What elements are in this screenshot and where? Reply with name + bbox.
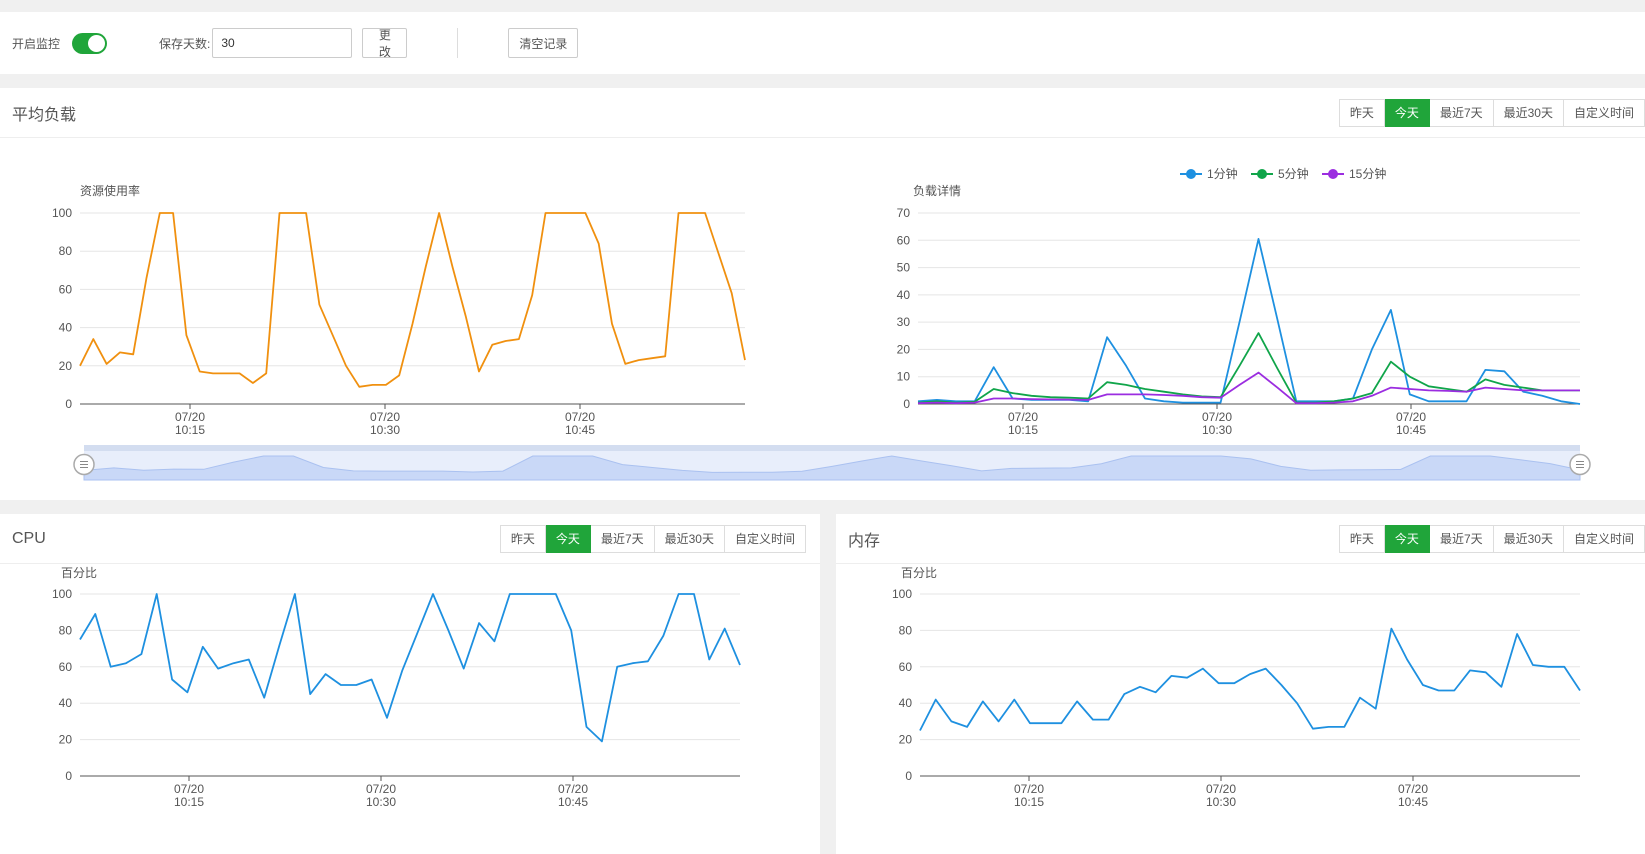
load-charts-canvas: 资源使用率02040608010007/2010:1507/2010:3007/… [52,166,1591,481]
y-tick-label: 0 [905,769,912,783]
x-tick-time: 10:45 [565,423,595,437]
y-tick-label: 60 [59,660,73,674]
load-panel: 平均负载 昨天 今天 最近7天 最近30天 自定义时间 资源使用率 0 20 40 60… [0,88,1645,500]
y-tick-label: 20 [59,733,73,747]
y-tick-label: 80 [59,244,73,258]
series-line-series-0 [919,627,1581,731]
edit-days-button[interactable]: 更改 [362,28,408,59]
y-tick-label: 20 [897,342,911,356]
x-tick-date: 07/20 [565,410,595,424]
monitor-toggle[interactable] [72,32,108,54]
load-usage-chart: 资源使用率02040608010007/2010:1507/2010:3007/… [52,183,746,437]
y-tick-label: 0 [903,397,910,411]
y-tick-label: 30 [897,315,911,329]
legend-marker [1257,169,1267,179]
y-tick-label: 100 [52,587,72,601]
y-tick-label: 40 [899,696,913,710]
cpu-panel: CPU 昨天 今天 最近7天 最近30天 自定义时间 百分比 0 20 40 60 80 1… [0,514,820,854]
x-tick-time: 10:15 [175,423,205,437]
y-tick-label: 40 [59,696,73,710]
x-tick-date: 07/20 [175,410,205,424]
x-tick-time: 10:30 [1206,795,1236,809]
x-tick-time: 10:15 [1008,423,1038,437]
legend-label: 1分钟 [1207,166,1238,181]
memory-panel: 内存 昨天 今天 最近7天 最近30天 自定义时间 百分比 0 20 40 60 80 10… [836,514,1645,854]
toggle-knob [88,34,106,52]
x-tick-date: 07/20 [1014,782,1044,796]
y-axis-label: 负载详情 [913,183,961,198]
y-tick-label: 70 [897,206,911,220]
x-tick-date: 07/20 [1008,410,1038,424]
y-tick-label: 100 [52,206,72,220]
y-tick-label: 80 [59,623,73,637]
monitor-toolbar: 开启监控 保存天数: 更改 清空记录 [0,12,1645,74]
legend-label: 5分钟 [1278,166,1309,181]
retention-days-input[interactable] [212,28,353,58]
retention-days-label: 保存天数: [159,36,211,51]
monitor-toggle-label: 开启监控 [12,36,61,51]
x-tick-time: 10:30 [1202,423,1232,437]
y-tick-label: 0 [65,769,72,783]
cpu-chart: 百分比02040608010007/2010:1507/2010:3007/20… [52,566,741,809]
y-tick-label: 20 [59,359,73,373]
y-tick-label: 10 [897,370,911,384]
memory-chart: 百分比02040608010007/2010:1507/2010:3007/20… [892,566,1581,809]
slider-bar [84,445,1580,451]
x-tick-date: 07/20 [174,782,204,796]
y-tick-label: 60 [59,282,73,296]
x-tick-time: 10:45 [558,795,588,809]
x-tick-date: 07/20 [1396,410,1426,424]
series-line-series-0 [79,212,746,388]
series-line-series-0 [79,593,741,743]
x-tick-date: 07/20 [370,410,400,424]
y-tick-label: 60 [899,660,913,674]
toolbar-divider [457,28,459,58]
clear-records-button[interactable]: 清空记录 [508,28,579,58]
memory-chart-canvas: 百分比02040608010007/2010:1507/2010:3007/20… [892,566,1581,809]
time-range-slider[interactable] [73,445,1591,481]
y-tick-label: 50 [897,261,911,275]
legend-marker [1186,169,1196,179]
y-axis-label: 百分比 [901,566,937,580]
x-tick-time: 10:45 [1398,795,1428,809]
x-tick-time: 10:15 [1014,795,1044,809]
y-axis-label: 资源使用率 [80,183,140,198]
y-tick-label: 100 [892,587,912,601]
y-tick-label: 0 [65,397,72,411]
y-tick-label: 20 [899,733,913,747]
y-axis-label: 百分比 [61,566,97,580]
y-tick-label: 40 [897,288,911,302]
x-tick-time: 10:45 [1396,423,1426,437]
x-tick-date: 07/20 [1206,782,1236,796]
x-tick-date: 07/20 [1202,410,1232,424]
x-tick-time: 10:30 [370,423,400,437]
load-detail-chart: 负载详情01020304050607007/2010:1507/2010:300… [897,166,1581,437]
x-tick-time: 10:15 [174,795,204,809]
x-tick-date: 07/20 [558,782,588,796]
x-tick-date: 07/20 [366,782,396,796]
y-tick-label: 80 [899,623,913,637]
legend-marker [1328,169,1338,179]
y-tick-label: 40 [59,321,73,335]
x-tick-time: 10:30 [366,795,396,809]
y-tick-label: 60 [897,233,911,247]
series-line-5分钟 [917,332,1580,404]
legend-label: 15分钟 [1349,166,1386,181]
x-tick-date: 07/20 [1398,782,1428,796]
cpu-chart-canvas: 百分比02040608010007/2010:1507/2010:3007/20… [52,566,741,809]
